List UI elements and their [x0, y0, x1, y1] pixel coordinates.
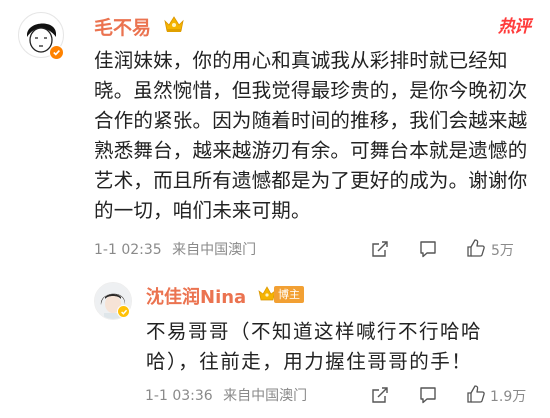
share-icon[interactable]	[370, 385, 390, 405]
share-icon[interactable]	[370, 239, 390, 259]
like-icon[interactable]	[466, 238, 486, 258]
username[interactable]: 沈佳润Nina	[146, 283, 246, 309]
comment-meta: 1-1 02:35 来自中国澳门	[94, 239, 256, 259]
reply-text: 不易哥哥（不知道这样喊行不行哈哈哈），往前走，用力握住哥哥的手！	[146, 320, 483, 373]
verified-icon	[49, 45, 64, 60]
timestamp: 1-1 02:35	[94, 242, 162, 258]
like-count: 1.9万	[490, 389, 527, 405]
blogger-badge: 博主	[258, 284, 304, 304]
username[interactable]: 毛不易	[94, 13, 151, 40]
reply-meta: 1-1 03:36 来自中国澳门	[145, 385, 307, 405]
verified-icon	[117, 305, 130, 318]
blogger-label: 博主	[274, 285, 304, 303]
like-count: 5万	[491, 243, 514, 259]
location: 来自中国澳门	[172, 242, 257, 258]
comment-text: 佳润妹妹，你的用心和真诚我从彩排时就已经知晓。虽然惋惜，但我觉得最珍贵的，是你今…	[94, 49, 528, 222]
hot-comment-tag: 热评	[498, 17, 531, 37]
comment-icon[interactable]	[418, 239, 438, 259]
crown-icon	[163, 14, 185, 34]
comment-icon[interactable]	[418, 385, 438, 405]
like-icon[interactable]	[466, 384, 486, 404]
timestamp: 1-1 03:36	[145, 388, 213, 404]
location: 来自中国澳门	[223, 388, 308, 404]
